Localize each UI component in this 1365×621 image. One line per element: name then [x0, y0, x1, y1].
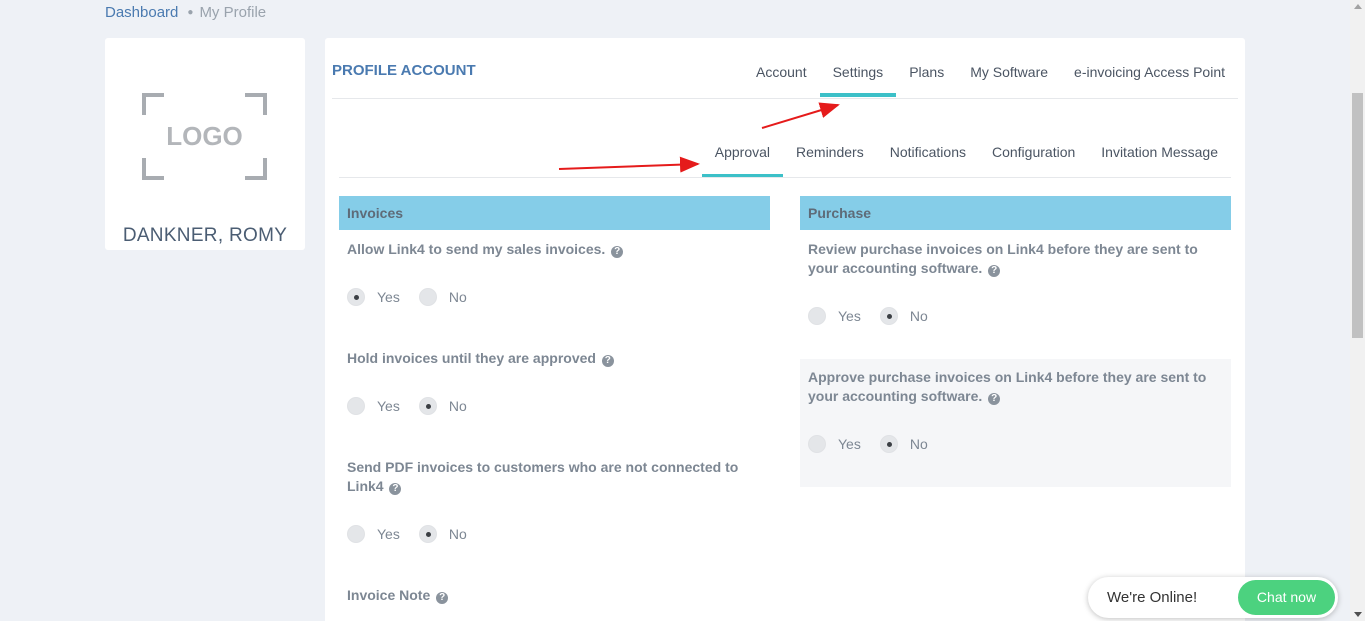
logo-text: LOGO — [166, 121, 243, 151]
question-allow-send-sales-invoices: Allow Link4 to send my sales invoices. ? — [347, 240, 767, 259]
scroll-up-arrow-icon[interactable] — [1354, 4, 1362, 9]
radio-yes[interactable] — [808, 435, 826, 453]
radio-no-label: No — [909, 436, 928, 452]
subtab-approval[interactable]: Approval — [701, 134, 784, 178]
radio-no[interactable] — [418, 397, 437, 415]
radio-yes[interactable] — [347, 397, 365, 415]
logo-placeholder[interactable]: LOGO — [142, 93, 267, 180]
radio-no-label: No — [448, 526, 467, 542]
tab-settings[interactable]: Settings — [819, 54, 897, 98]
radio-yes[interactable] — [347, 288, 365, 306]
radio-group-approve-purchase: Yes No — [808, 435, 947, 453]
tab-plans[interactable]: Plans — [896, 54, 957, 98]
breadcrumb: Dashboard ● My Profile — [105, 4, 266, 21]
chat-widget: We're Online! Chat now — [1088, 577, 1338, 618]
radio-yes[interactable] — [808, 307, 826, 325]
radio-no-label: No — [909, 308, 928, 324]
logo-frame-icon: LOGO — [142, 93, 267, 180]
radio-group-send-pdf: Yes No — [347, 525, 486, 543]
invoice-note-label: Invoice Note ? — [347, 586, 767, 605]
question-text: Hold invoices until they are approved — [347, 350, 596, 366]
subtab-invitation-message[interactable]: Invitation Message — [1088, 134, 1231, 178]
radio-yes-label: Yes — [377, 526, 400, 542]
purchase-section-header: Purchase — [800, 196, 1231, 230]
top-tabs-divider — [332, 98, 1238, 99]
sub-tabs-divider — [339, 177, 1231, 178]
radio-no-label: No — [448, 289, 467, 305]
radio-yes-label: Yes — [838, 436, 861, 452]
help-icon[interactable]: ? — [988, 265, 1001, 277]
tab-account[interactable]: Account — [743, 54, 820, 98]
question-send-pdf-invoices: Send PDF invoices to customers who are n… — [347, 458, 767, 496]
question-text: Approve purchase invoices on Link4 befor… — [808, 369, 1207, 404]
breadcrumb-current: My Profile — [199, 4, 267, 21]
radio-no-label: No — [448, 398, 467, 414]
radio-no[interactable] — [418, 288, 437, 306]
question-text: Allow Link4 to send my sales invoices. — [347, 241, 606, 257]
scroll-down-arrow-icon[interactable] — [1354, 612, 1362, 617]
help-icon[interactable]: ? — [988, 393, 1001, 405]
question-approve-purchase-invoices: Approve purchase invoices on Link4 befor… — [808, 368, 1228, 406]
main-card: PROFILE ACCOUNT Account Settings Plans M… — [325, 38, 1245, 621]
chat-now-button[interactable]: Chat now — [1238, 580, 1335, 615]
radio-yes-label: Yes — [377, 289, 400, 305]
tab-e-invoicing-access-point[interactable]: e-invoicing Access Point — [1061, 54, 1238, 98]
breadcrumb-dashboard-link[interactable]: Dashboard — [105, 4, 178, 21]
question-review-purchase-invoices: Review purchase invoices on Link4 before… — [808, 240, 1228, 278]
scrollbar-thumb[interactable] — [1352, 93, 1363, 338]
breadcrumb-separator: ● — [187, 7, 194, 18]
profile-name: DANKNER, ROMY — [122, 225, 288, 246]
radio-yes[interactable] — [347, 525, 365, 543]
subtab-reminders[interactable]: Reminders — [783, 134, 877, 178]
help-icon[interactable]: ? — [389, 483, 402, 495]
top-tabs: Account Settings Plans My Software e-inv… — [743, 54, 1238, 98]
question-hold-invoices: Hold invoices until they are approved ? — [347, 349, 767, 368]
invoices-section-header: Invoices — [339, 196, 770, 230]
question-text: Send PDF invoices to customers who are n… — [347, 459, 739, 494]
radio-no[interactable] — [879, 307, 898, 325]
radio-no[interactable] — [879, 435, 898, 453]
radio-no[interactable] — [418, 525, 437, 543]
radio-group-hold-invoices: Yes No — [347, 397, 486, 415]
subtab-notifications[interactable]: Notifications — [877, 134, 979, 178]
subtab-configuration[interactable]: Configuration — [979, 134, 1088, 178]
radio-yes-label: Yes — [838, 308, 861, 324]
help-icon[interactable]: ? — [611, 246, 624, 258]
question-text: Review purchase invoices on Link4 before… — [808, 241, 1198, 276]
chat-status-text: We're Online! — [1107, 589, 1198, 606]
radio-yes-label: Yes — [377, 398, 400, 414]
question-text: Invoice Note — [347, 587, 431, 603]
page-title: PROFILE ACCOUNT — [332, 62, 476, 79]
tab-my-software[interactable]: My Software — [957, 54, 1061, 98]
radio-group-review-purchase: Yes No — [808, 307, 947, 325]
profile-card: LOGO DANKNER, ROMY — [105, 38, 305, 250]
radio-group-allow-send: Yes No — [347, 288, 486, 306]
sub-tabs: Approval Reminders Notifications Configu… — [701, 134, 1231, 178]
help-icon[interactable]: ? — [601, 355, 614, 367]
page-scrollbar[interactable] — [1350, 0, 1365, 621]
help-icon[interactable]: ? — [436, 592, 449, 604]
